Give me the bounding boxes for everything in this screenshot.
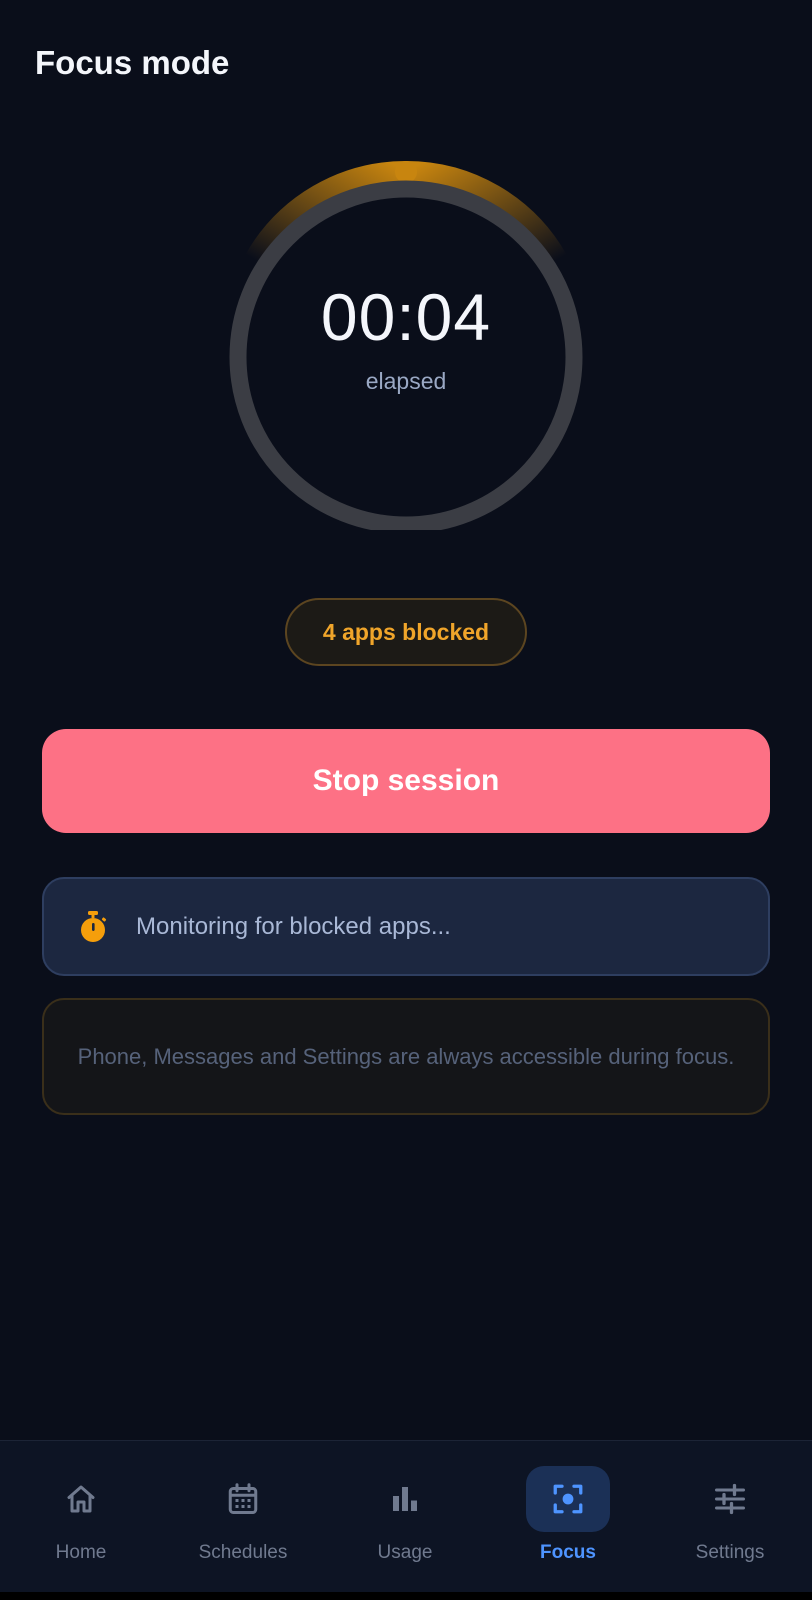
nav-label-usage: Usage: [377, 1542, 433, 1563]
stopwatch-icon: [81, 910, 107, 942]
system-bottom-bar: [0, 1592, 812, 1600]
apps-blocked-badge: 4 apps blocked: [285, 598, 527, 666]
nav-label-settings: Settings: [695, 1542, 765, 1563]
page-title: Focus mode: [35, 44, 230, 81]
info-note-text: Phone, Messages and Settings are always …: [77, 1043, 735, 1069]
nav-label-home: Home: [55, 1542, 107, 1563]
nav-label-schedules: Schedules: [198, 1542, 288, 1563]
home-icon: [67, 1485, 95, 1513]
calendar-icon: [228, 1483, 258, 1514]
sliders-icon: [715, 1483, 745, 1515]
nav-item-usage[interactable]: Usage: [324, 1441, 486, 1593]
monitoring-text: Monitoring for blocked apps...: [136, 912, 451, 940]
timer-value: 00:04: [320, 279, 492, 354]
timer-label: elapsed: [365, 367, 447, 394]
nav-label-focus: Focus: [540, 1542, 596, 1563]
nav-item-focus[interactable]: Focus: [487, 1441, 649, 1593]
focus-icon: [553, 1484, 583, 1514]
bar-chart-icon: [393, 1487, 417, 1511]
bottom-nav: Home Schedules Usage Focus Settings: [0, 1440, 812, 1593]
focus-timer: 00:04 elapsed: [221, 160, 591, 530]
info-note: Phone, Messages and Settings are always …: [42, 998, 770, 1115]
stop-session-button[interactable]: Stop session: [42, 729, 770, 833]
nav-item-schedules[interactable]: Schedules: [162, 1441, 324, 1593]
monitoring-status-card: Monitoring for blocked apps...: [42, 877, 770, 976]
nav-item-settings[interactable]: Settings: [649, 1441, 811, 1593]
nav-item-home[interactable]: Home: [0, 1441, 162, 1593]
